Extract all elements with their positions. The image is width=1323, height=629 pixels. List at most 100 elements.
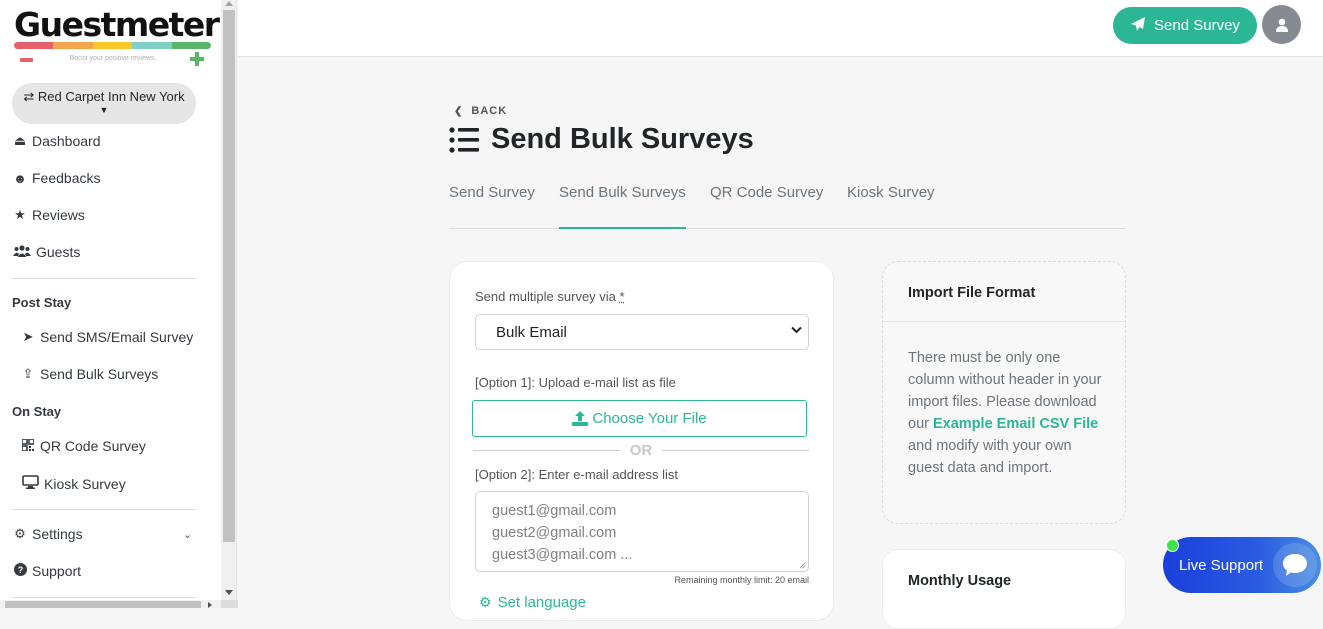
monthly-usage-title: Monthly Usage xyxy=(908,573,1012,589)
or-text: OR xyxy=(629,441,653,459)
scroll-up-arrow-icon[interactable] xyxy=(225,1,233,6)
sidebar-item-label: QR Code Survey xyxy=(40,438,146,454)
hotel-switcher[interactable]: ⇄ Red Carpet Inn New York ▼ xyxy=(12,83,196,124)
choose-file-label: Choose Your File xyxy=(592,410,707,427)
set-language-label: Set language xyxy=(497,594,586,611)
sidebar-vertical-scrollbar[interactable] xyxy=(221,0,237,600)
required-mark: * xyxy=(619,289,625,304)
info-text: and modify with your own guest data and … xyxy=(908,438,1072,476)
upload-icon: ⇪ xyxy=(22,366,34,381)
placeholder-line: guest3@gmail.com ... xyxy=(492,547,633,563)
section-heading-post-stay: Post Stay xyxy=(12,295,72,310)
scrollbar-corner xyxy=(221,600,238,608)
example-csv-link[interactable]: Example Email CSV File xyxy=(933,416,1098,432)
sidebar-divider xyxy=(12,597,196,598)
sidebar-item-label: Send Bulk Surveys xyxy=(40,366,159,382)
sidebar-item-send-bulk-surveys[interactable]: ⇪ Send Bulk Surveys xyxy=(20,366,159,382)
sidebar-item-label: Support xyxy=(32,563,82,579)
sidebar-item-label: Send SMS/Email Survey xyxy=(40,329,194,345)
via-label-text: Send multiple survey via xyxy=(475,289,616,304)
bell-icon: ⏏ xyxy=(13,133,27,148)
sidebar-item-guests[interactable]: Guests xyxy=(12,244,80,260)
section-heading-on-stay: On Stay xyxy=(12,404,62,419)
page-title-text: Send Bulk Surveys xyxy=(491,123,754,155)
gear-icon: ⚙ xyxy=(14,526,26,541)
sidebar-item-label: Guests xyxy=(36,244,81,260)
resize-grip-icon[interactable] xyxy=(799,562,806,569)
desktop-icon xyxy=(20,475,40,492)
send-via-select[interactable]: Bulk Email xyxy=(475,314,809,350)
scroll-right-arrow-icon[interactable] xyxy=(208,602,212,608)
sidebar-item-qr-code-survey[interactable]: QR Code Survey xyxy=(20,437,146,454)
paper-plane-icon: ➤ xyxy=(22,329,34,344)
placeholder-line: guest2@gmail.com xyxy=(492,525,617,541)
scrollbar-thumb[interactable] xyxy=(5,601,201,608)
sidebar-item-label: Kiosk Survey xyxy=(44,475,126,492)
back-label: BACK xyxy=(471,105,508,117)
logo-tagline: Boost your positive reviews. xyxy=(69,55,157,62)
logo-color-bar xyxy=(14,42,211,49)
sidebar-item-feedbacks[interactable]: ☻ Feedbacks xyxy=(12,170,100,186)
sidebar-divider xyxy=(12,509,196,510)
tab-bar: Send Survey Send Bulk Surveys QR Code Su… xyxy=(449,172,1125,229)
import-file-format-title: Import File Format xyxy=(883,262,1125,322)
chevron-down-icon[interactable]: ⌄ xyxy=(183,528,192,541)
top-header: Send Survey xyxy=(238,0,1323,57)
sidebar-item-settings[interactable]: ⚙ Settings xyxy=(12,526,83,542)
tab-qr-code-survey[interactable]: QR Code Survey xyxy=(710,172,823,229)
monthly-usage-card: Monthly Usage xyxy=(882,549,1126,629)
sidebar-item-reviews[interactable]: ★ Reviews xyxy=(12,207,85,223)
page-title: Send Bulk Surveys xyxy=(449,123,754,156)
chevron-down-icon: ▼ xyxy=(99,105,109,115)
import-file-format-card: Import File Format There must be only on… xyxy=(882,261,1126,524)
question-circle-icon: ? xyxy=(12,563,28,579)
smile-icon: ☻ xyxy=(13,170,27,186)
sidebar-item-kiosk-survey[interactable]: Kiosk Survey xyxy=(20,475,126,492)
qrcode-icon xyxy=(20,437,36,454)
choose-file-button[interactable]: Choose Your File xyxy=(472,400,807,437)
logo-text: Guestmeter xyxy=(14,5,220,44)
chevron-down-icon xyxy=(791,325,802,337)
gear-icon: ⚙ xyxy=(479,594,492,610)
tab-send-bulk-surveys[interactable]: Send Bulk Surveys xyxy=(559,172,686,229)
live-support-label: Live Support xyxy=(1179,556,1264,574)
upload-icon xyxy=(572,411,589,426)
remaining-limit: Remaining monthly limit: 20 email xyxy=(674,575,809,585)
sidebar-item-send-sms-email-survey[interactable]: ➤ Send SMS/Email Survey xyxy=(20,329,194,345)
user-avatar[interactable] xyxy=(1262,5,1301,44)
import-file-format-text: There must be only one column without he… xyxy=(883,322,1125,479)
send-via-selected-value: Bulk Email xyxy=(496,324,567,341)
sidebar-item-label: Settings xyxy=(32,526,83,542)
sidebar-item-dashboard[interactable]: ⏏ Dashboard xyxy=(12,133,101,149)
hotel-name: Red Carpet Inn New York xyxy=(37,89,185,104)
or-divider: OR xyxy=(473,441,809,459)
sidebar-item-support[interactable]: ? Support xyxy=(12,563,81,579)
tab-send-survey[interactable]: Send Survey xyxy=(449,172,535,229)
bulk-survey-form-card: Send multiple survey via * Bulk Email [O… xyxy=(449,261,834,621)
email-list-textarea[interactable]: guest1@gmail.com guest2@gmail.com guest3… xyxy=(475,491,809,572)
option1-label: [Option 1]: Upload e-mail list as file xyxy=(475,375,676,390)
set-language-link[interactable]: ⚙ Set language xyxy=(479,594,586,611)
via-label: Send multiple survey via * xyxy=(475,289,625,304)
sidebar-item-label: Reviews xyxy=(32,207,85,223)
chat-bubble-icon xyxy=(1273,543,1317,587)
users-icon xyxy=(12,244,32,260)
scroll-down-arrow-icon[interactable] xyxy=(225,590,233,595)
svg-text:?: ? xyxy=(17,565,23,575)
sidebar-item-label: Feedbacks xyxy=(32,170,101,186)
star-icon: ★ xyxy=(14,207,26,222)
send-survey-button[interactable]: Send Survey xyxy=(1113,7,1257,44)
chevron-left-icon: ❮ xyxy=(454,105,464,117)
sidebar-divider xyxy=(12,278,196,279)
tab-kiosk-survey[interactable]: Kiosk Survey xyxy=(847,172,935,229)
option2-label: [Option 2]: Enter e-mail address list xyxy=(475,467,679,482)
swap-icon: ⇄ xyxy=(23,89,35,104)
logo[interactable]: Guestmeter Boost your positive reviews. xyxy=(14,5,220,71)
list-icon xyxy=(449,126,479,153)
scrollbar-thumb[interactable] xyxy=(223,10,235,542)
live-support-button[interactable]: Live Support xyxy=(1163,537,1321,593)
back-link[interactable]: ❮ BACK xyxy=(454,105,507,117)
plus-icon xyxy=(190,52,204,66)
sidebar-horizontal-scrollbar[interactable] xyxy=(0,600,221,608)
sidebar-item-label: Dashboard xyxy=(32,133,101,149)
